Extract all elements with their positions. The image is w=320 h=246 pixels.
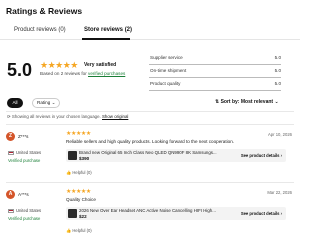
product-thumbnail — [68, 151, 77, 160]
verified-purchases-link[interactable]: verified purchases — [88, 71, 125, 76]
filter-all-button[interactable]: All — [7, 98, 23, 108]
helpful-button[interactable]: 👍 Helpful (0) — [66, 170, 92, 176]
product-card[interactable]: Brand new Original 65 Inch Class Neo QLE… — [66, 149, 286, 162]
review-date: Apr 10, 2026 — [268, 132, 292, 137]
product-thumbnail — [68, 209, 77, 218]
product-price: $390 — [79, 155, 90, 161]
review-text: Quality Choice — [66, 197, 96, 202]
review-text: Reliable sellers and high quality produc… — [66, 139, 235, 144]
verified-purchase-badge: Verified purchase — [8, 216, 41, 221]
reviewer-country: United States — [8, 208, 41, 213]
metric-on-time-shipment: On-time shipment 5.0 — [149, 65, 281, 78]
verified-purchase-badge: Verified purchase — [8, 158, 41, 163]
filter-rating-dropdown[interactable]: Rating ⌄ — [32, 98, 60, 108]
country-name: United States — [16, 150, 42, 155]
active-tab-indicator — [82, 38, 130, 40]
reviewer-name: Z***s — [18, 134, 29, 139]
based-on-text: Based on 2 reviews for verified purchase… — [40, 71, 125, 76]
metric-label: Supplier service — [150, 55, 183, 60]
divider — [6, 111, 294, 112]
us-flag-icon — [8, 150, 14, 155]
metric-value: 5.0 — [274, 55, 281, 60]
tab-store-reviews[interactable]: Store reviews (2) — [84, 27, 132, 33]
see-product-details-link[interactable]: See product details › — [241, 211, 282, 216]
review-tabs: Product reviews (0) Store reviews (2) — [0, 24, 300, 40]
metric-supplier-service: Supplier service 5.0 — [149, 52, 281, 65]
country-name: United States — [16, 208, 42, 213]
divider — [6, 124, 294, 125]
reviewer-country: United States — [8, 150, 41, 155]
product-price: $22 — [79, 213, 87, 219]
translate-icon: ⟳ — [7, 114, 11, 119]
page-title: Ratings & Reviews — [6, 6, 83, 16]
us-flag-icon — [8, 208, 14, 213]
based-on-prefix: Based on 2 reviews for — [40, 71, 87, 76]
metric-product-quality: Product quality 5.0 — [149, 78, 281, 91]
product-card[interactable]: 2026 New Over Ear Headset ANC Active Noi… — [66, 207, 286, 220]
review-item: A A***s United States Verified purchase … — [6, 188, 294, 238]
reviewer-name: A***s — [18, 192, 29, 197]
rating-metrics: Supplier service 5.0 On-time shipment 5.… — [149, 52, 281, 91]
translate-text: Showing all reviews in your chosen langu… — [11, 114, 101, 119]
divider — [6, 182, 294, 183]
product-name: Brand new Original 65 Inch Class Neo QLE… — [79, 150, 217, 155]
translate-notice: ⟳ Showing all reviews in your chosen lan… — [7, 114, 128, 120]
overall-stars: ★★★★★ — [40, 60, 78, 70]
review-item: Z Z***s United States Verified purchase … — [6, 130, 294, 180]
satisfaction-label: Very satisfied — [84, 62, 117, 68]
sort-dropdown[interactable]: ⇅ Sort by: Most relevant ⌄ — [215, 99, 279, 105]
avatar: A — [6, 190, 15, 199]
show-original-link[interactable]: Show original — [102, 114, 128, 119]
rating-dropdown-label: Rating — [37, 100, 51, 105]
metric-value: 5.0 — [274, 81, 281, 86]
overall-score: 5.0 — [7, 60, 33, 80]
chevron-down-icon: ⌄ — [51, 100, 56, 105]
helpful-button[interactable]: 👍 Helpful (0) — [66, 228, 92, 234]
tab-product-reviews[interactable]: Product reviews (0) — [14, 27, 66, 33]
review-stars: ★★★★★ — [66, 189, 91, 195]
avatar: Z — [6, 132, 15, 141]
metric-value: 5.0 — [274, 68, 281, 73]
metric-label: On-time shipment — [150, 68, 187, 73]
see-product-details-link[interactable]: See product details › — [241, 153, 282, 158]
metric-bar — [149, 90, 281, 91]
review-date: Mar 22, 2026 — [267, 190, 292, 195]
metric-label: Product quality — [150, 81, 181, 86]
review-stars: ★★★★★ — [66, 131, 91, 137]
product-name: 2026 New Over Ear Headset ANC Active Noi… — [79, 208, 216, 213]
